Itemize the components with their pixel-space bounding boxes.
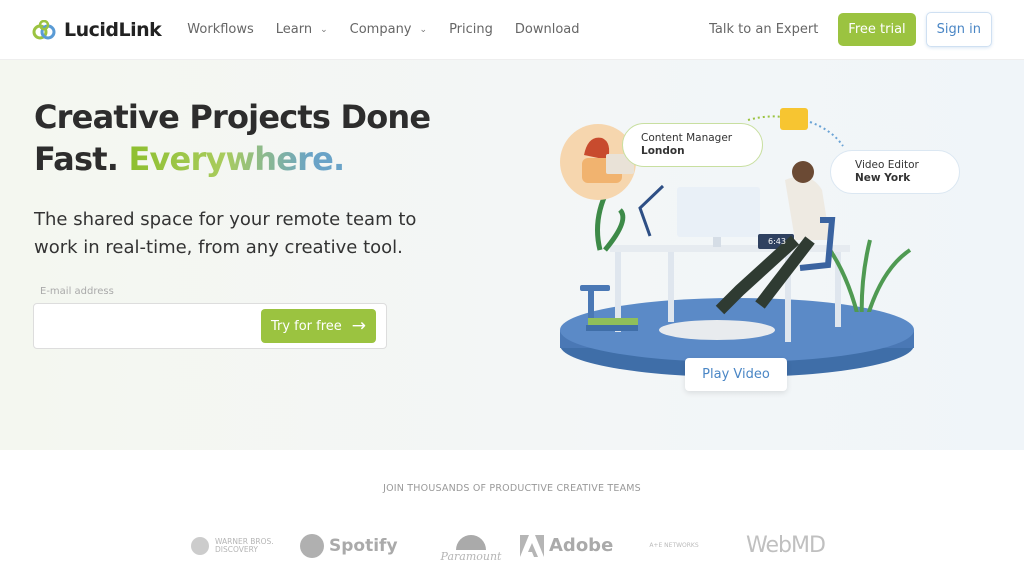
nav-workflows[interactable]: Workflows — [187, 22, 253, 37]
play-video-button[interactable]: Play Video — [685, 358, 787, 391]
cta-label: Try for free — [270, 318, 342, 334]
title-line: Creative Projects Done — [34, 98, 431, 136]
clients-heading: JOIN THOUSANDS OF PRODUCTIVE CREATIVE TE… — [383, 483, 641, 494]
paramount-mountain-icon — [456, 535, 486, 550]
talk-to-expert-link[interactable]: Talk to an Expert — [709, 22, 818, 37]
arrow-right-icon: → — [351, 316, 367, 336]
title-fast: Fast. — [34, 140, 119, 178]
sign-in-button[interactable]: Sign in — [925, 12, 992, 47]
webmd-logo: WebMD — [746, 533, 826, 558]
chevron-down-icon: ⌄ — [419, 24, 428, 35]
nav-label: Learn — [275, 22, 313, 37]
video-editor-bubble: Video Editor New York — [830, 150, 960, 194]
adobe-logo: Adobe — [520, 534, 648, 557]
bubble-role: Content Manager — [641, 132, 733, 144]
email-field[interactable]: Try for free → — [33, 303, 387, 349]
warner-bros-logo: WARNER BROS. DISCOVERY — [190, 536, 300, 556]
clock-display: 6:43 — [768, 237, 786, 246]
logo-text: A+E NETWORKS — [649, 542, 699, 549]
title-accent: Everywhere. — [128, 140, 345, 178]
brand-logo[interactable]: LucidLink — [32, 18, 162, 41]
nav-pricing[interactable]: Pricing — [449, 22, 493, 37]
nav-label: Company — [349, 22, 412, 37]
nav-label: Pricing — [449, 22, 493, 37]
bubble-city: London — [641, 145, 685, 157]
nav-label: Workflows — [187, 22, 254, 37]
logo-text: WARNER BROS. DISCOVERY — [215, 536, 274, 554]
spotify-icon — [300, 533, 324, 558]
logo-text: Paramount — [440, 550, 502, 563]
hero-section: Creative Projects Done Fast. Everywhere. … — [0, 60, 1024, 450]
top-nav: LucidLink Workflows Learn ⌄ Company ⌄ Pric… — [0, 0, 1024, 60]
hero-title: Creative Projects Done Fast. Everywhere. — [34, 96, 431, 180]
try-for-free-button[interactable]: Try for free → — [261, 309, 376, 343]
brand-name: LucidLink — [64, 18, 162, 41]
wb-shield-icon — [191, 536, 209, 555]
folder-icon — [780, 108, 808, 130]
content-manager-bubble: Content Manager London — [622, 123, 764, 167]
bubble-role: Video Editor — [855, 159, 919, 171]
nav-label: Download — [514, 22, 580, 37]
spotify-logo: Spotify — [300, 533, 422, 558]
free-trial-button[interactable]: Free trial — [838, 13, 916, 46]
chevron-down-icon: ⌄ — [320, 24, 328, 35]
ae-networks-logo: A+E NETWORKS — [648, 542, 746, 549]
nav-download[interactable]: Download — [515, 22, 580, 37]
logo-text: Adobe — [549, 535, 614, 556]
lucidlink-logo-icon — [32, 19, 56, 39]
nav-company[interactable]: Company ⌄ — [350, 22, 427, 37]
hero-subtitle: The shared space for your remote team to… — [34, 209, 417, 258]
bubble-city: New York — [855, 172, 911, 184]
logo-text: Spotify — [329, 535, 398, 556]
email-label: E-mail address — [40, 286, 114, 297]
paramount-logo: Paramount — [422, 528, 520, 563]
adobe-icon — [520, 534, 544, 557]
client-logos: WARNER BROS. DISCOVERY Spotify Paramount… — [190, 528, 826, 563]
logo-text: WebMD — [746, 533, 826, 558]
nav-learn[interactable]: Learn ⌄ — [276, 22, 328, 37]
